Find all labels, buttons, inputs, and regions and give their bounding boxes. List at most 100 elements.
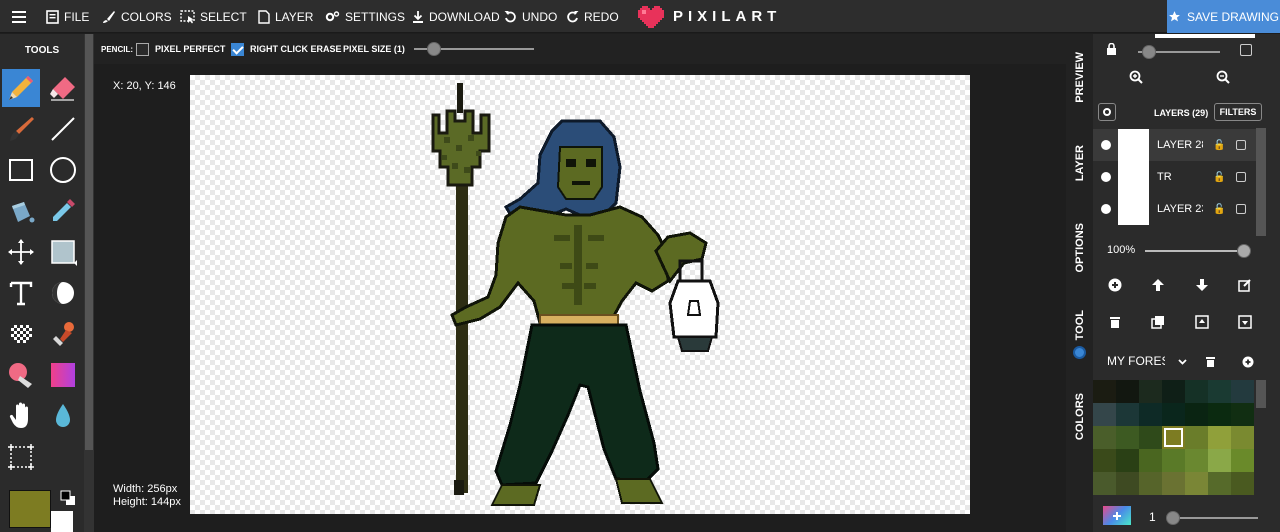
text-tool[interactable]	[2, 274, 40, 312]
drawing-canvas[interactable]	[190, 75, 970, 514]
hamburger-menu-button[interactable]	[12, 0, 26, 33]
layer-row[interactable]: LAYER 28 🔓	[1093, 129, 1257, 161]
pixel-size-slider-knob[interactable]	[427, 42, 441, 56]
tools-scrollbar[interactable]	[85, 34, 93, 450]
move-layer-up-button[interactable]	[1148, 275, 1168, 295]
palette-swatch[interactable]	[1185, 403, 1208, 426]
secondary-color-swatch[interactable]	[51, 511, 73, 532]
eraser-tool[interactable]	[44, 69, 82, 107]
swap-colors-icon[interactable]	[60, 490, 76, 506]
palette-swatch[interactable]	[1093, 449, 1116, 472]
circle-tool[interactable]	[44, 151, 82, 189]
palette-swatch[interactable]	[1208, 426, 1231, 449]
preview-zoom-slider-knob[interactable]	[1142, 45, 1156, 59]
lock-icon[interactable]	[1106, 42, 1117, 61]
palette-swatch[interactable]	[1116, 380, 1139, 403]
save-drawing-button[interactable]: SAVE DRAWING	[1167, 0, 1280, 33]
layer-visibility-dot[interactable]	[1101, 172, 1111, 182]
palette-swatch[interactable]	[1093, 403, 1116, 426]
duplicate-layer-button[interactable]	[1148, 312, 1168, 332]
zoom-out-button[interactable]	[1213, 67, 1233, 87]
tab-options[interactable]: OPTIONS	[1066, 220, 1093, 276]
stamp-tool[interactable]	[44, 315, 82, 353]
brush-slider-knob[interactable]	[1166, 511, 1180, 525]
select-menu[interactable]: SELECT	[180, 0, 247, 33]
layers-scrollbar[interactable]	[1256, 128, 1266, 236]
file-menu[interactable]: FILE	[46, 0, 89, 33]
layer-row[interactable]: LAYER 23 🔓	[1093, 193, 1257, 225]
zoom-in-button[interactable]	[1126, 67, 1146, 87]
undo-button[interactable]: UNDO	[504, 0, 557, 33]
lighten-tool[interactable]	[44, 274, 82, 312]
palette-swatch[interactable]	[1162, 449, 1185, 472]
layer-select-checkbox[interactable]	[1236, 204, 1246, 214]
palette-swatch[interactable]	[1231, 426, 1254, 449]
rename-layer-button[interactable]	[1235, 275, 1255, 295]
pixel-perfect-option[interactable]: PIXEL PERFECT	[136, 42, 225, 56]
preview-toggle-checkbox[interactable]	[1240, 44, 1252, 56]
palette-swatch[interactable]	[1185, 426, 1208, 449]
rectangle-tool[interactable]	[2, 151, 40, 189]
redo-button[interactable]: REDO	[566, 0, 619, 33]
right-click-erase-checkbox[interactable]	[231, 42, 244, 56]
palette-swatch[interactable]	[1116, 426, 1139, 449]
palette-swatch[interactable]	[1208, 472, 1231, 495]
add-palette-icon[interactable]	[1242, 355, 1254, 373]
line-tool[interactable]	[44, 110, 82, 148]
palette-swatch[interactable]	[1231, 403, 1254, 426]
layer-visibility-dot[interactable]	[1101, 140, 1111, 150]
palette-swatch[interactable]	[1093, 472, 1116, 495]
settings-menu[interactable]: SETTINGS	[325, 0, 405, 33]
palette-name[interactable]: MY FORES	[1107, 354, 1165, 368]
tab-tool[interactable]: TOOL	[1066, 308, 1093, 342]
layer-visibility-dot[interactable]	[1101, 204, 1111, 214]
add-layer-button[interactable]	[1105, 275, 1125, 295]
layer-row[interactable]: TR 🔓	[1093, 161, 1257, 193]
merge-up-button[interactable]	[1192, 312, 1212, 332]
dither-tool[interactable]	[2, 315, 40, 353]
palette-swatch[interactable]	[1116, 472, 1139, 495]
shape-fill-tool[interactable]	[44, 233, 82, 271]
delete-layer-button[interactable]	[1105, 312, 1125, 332]
palette-swatch[interactable]	[1139, 403, 1162, 426]
unlock-icon[interactable]: 🔓	[1213, 172, 1225, 183]
palette-swatch[interactable]	[1185, 449, 1208, 472]
palette-swatch[interactable]	[1139, 380, 1162, 403]
eyedropper-tool[interactable]	[44, 192, 82, 230]
palette-swatch[interactable]	[1162, 472, 1185, 495]
chevron-down-icon[interactable]	[1177, 354, 1188, 372]
colors-menu[interactable]: COLORS	[102, 0, 172, 33]
palette-swatch[interactable]	[1231, 449, 1254, 472]
palette-swatch[interactable]	[1139, 449, 1162, 472]
palette-swatch[interactable]	[1208, 449, 1231, 472]
palette-swatch[interactable]	[1208, 380, 1231, 403]
bucket-tool[interactable]	[2, 192, 40, 230]
palette-swatch[interactable]	[1162, 426, 1185, 449]
hand-tool[interactable]	[2, 397, 40, 435]
download-menu[interactable]: DOWNLOAD	[412, 0, 500, 33]
palette-swatch[interactable]	[1139, 472, 1162, 495]
add-color-button[interactable]	[1103, 506, 1131, 525]
right-click-erase-option[interactable]: RIGHT CLICK ERASE	[231, 42, 342, 56]
palette-swatch[interactable]	[1185, 472, 1208, 495]
brush-slider-track[interactable]	[1168, 517, 1258, 519]
layer-settings-button[interactable]	[1098, 103, 1116, 121]
palette-swatch[interactable]	[1162, 403, 1185, 426]
layer-menu[interactable]: LAYER	[258, 0, 313, 33]
tab-preview[interactable]: PREVIEW	[1066, 52, 1093, 103]
palette-swatch[interactable]	[1093, 426, 1116, 449]
opacity-slider-track[interactable]	[1145, 250, 1245, 252]
brush-tool[interactable]	[2, 110, 40, 148]
palette-swatch[interactable]	[1093, 380, 1116, 403]
palette-swatch[interactable]	[1116, 403, 1139, 426]
gradient-tool[interactable]	[44, 356, 82, 394]
move-tool[interactable]	[2, 233, 40, 271]
palette-swatch[interactable]	[1231, 380, 1254, 403]
merge-down-button[interactable]	[1235, 312, 1255, 332]
unlock-icon[interactable]: 🔓	[1213, 140, 1225, 151]
select-marquee-tool[interactable]	[2, 438, 40, 476]
color-replace-tool[interactable]	[2, 356, 40, 394]
palette-scrollbar[interactable]	[1256, 380, 1266, 408]
palette-swatch[interactable]	[1231, 472, 1254, 495]
primary-color-swatch[interactable]	[9, 490, 51, 528]
